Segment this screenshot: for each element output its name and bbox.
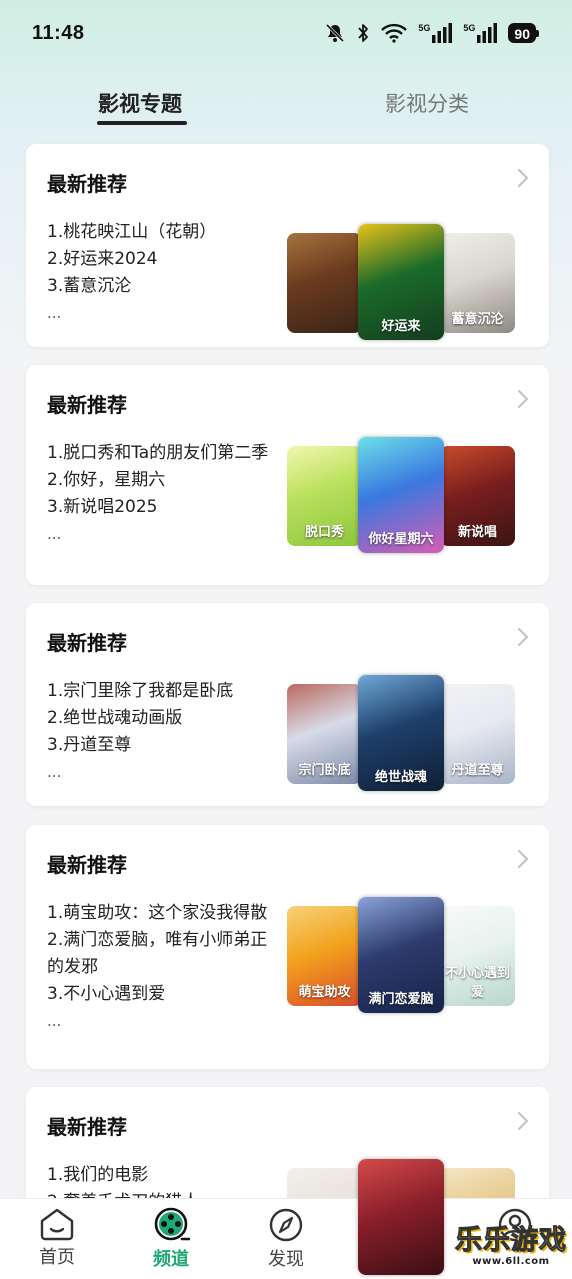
signal-1: 5G xyxy=(418,23,453,43)
poster-title: 满门恋爱脑 xyxy=(368,992,434,1007)
signal-bars-icon xyxy=(477,23,498,43)
recommend-card[interactable]: 最新推荐 1.桃花映江山（花朝） 2.好运来2024 3.蓄意沉沦... 好运来 蓄意沉沦 xyxy=(26,144,549,347)
recommend-card[interactable]: 最新推荐 1.脱口秀和Ta的朋友们第二季 2.你好，星期六 3.新说唱2025... 脱… xyxy=(26,365,549,585)
status-icons: 5G 5G 90 xyxy=(325,23,539,43)
poster-image[interactable] xyxy=(358,1159,444,1275)
card-item[interactable]: 2.满门恋爱脑，唯有小师弟正的发邪 xyxy=(47,927,282,981)
card-more-ellipsis: ... xyxy=(47,1012,62,1030)
card-item[interactable]: 2.好运来2024 xyxy=(47,246,282,273)
poster-stack: 脱口秀 你好星期六 新说唱 xyxy=(287,437,517,555)
wifi-icon xyxy=(381,23,408,43)
poster-title: 你好星期六 xyxy=(368,532,434,547)
poster-image[interactable]: 新说唱 xyxy=(440,446,515,546)
site-watermark-logo: 乐乐游戏 www.6ll.com xyxy=(455,1225,567,1267)
poster-image[interactable] xyxy=(287,233,362,333)
bluetooth-icon xyxy=(358,24,369,42)
card-title: 最新推荐 xyxy=(47,1115,127,1139)
card-item[interactable]: 1.宗门里除了我都是卧底 xyxy=(47,678,282,705)
card-item[interactable]: 3.新说唱2025 xyxy=(47,494,282,521)
signal-2: 5G xyxy=(463,23,498,43)
poster-image[interactable]: 蓄意沉沦 xyxy=(440,233,515,333)
poster-stack: 萌宝助攻 满门恋爱脑 不小心遇到爱 xyxy=(287,897,517,1015)
chevron-right-icon[interactable] xyxy=(517,389,529,409)
status-time: 11:48 xyxy=(32,21,85,44)
poster-image[interactable]: 丹道至尊 xyxy=(440,684,515,784)
card-item[interactable]: 2.你好，星期六 xyxy=(47,467,282,494)
card-item[interactable]: 1.脱口秀和Ta的朋友们第二季 xyxy=(47,440,282,467)
card-item[interactable]: 3.丹道至尊 xyxy=(47,732,282,759)
nav-item-home[interactable]: 首页 xyxy=(17,1207,97,1269)
nav-item-channel[interactable]: 频道 xyxy=(131,1207,211,1271)
card-item-list: 1.桃花映江山（花朝） 2.好运来2024 3.蓄意沉沦... xyxy=(47,219,282,326)
poster-title: 脱口秀 xyxy=(304,525,344,540)
tab-film-categories[interactable]: 影视分类 xyxy=(385,88,469,118)
card-item[interactable]: 2.绝世战魂动画版 xyxy=(47,705,282,732)
poster-image[interactable]: 宗门卧底 xyxy=(287,684,362,784)
card-title: 最新推荐 xyxy=(47,393,127,417)
nav-item-discover[interactable]: 发现 xyxy=(246,1207,326,1271)
poster-image[interactable]: 萌宝助攻 xyxy=(287,906,362,1006)
chevron-right-icon[interactable] xyxy=(517,168,529,188)
chevron-right-icon[interactable] xyxy=(517,849,529,869)
card-more-ellipsis: ... xyxy=(47,525,62,543)
poster-title: 蓄意沉沦 xyxy=(451,312,504,327)
compass-icon xyxy=(269,1208,303,1242)
tab-film-topics[interactable]: 影视专题 xyxy=(98,88,182,118)
card-title: 最新推荐 xyxy=(47,172,127,196)
card-title: 最新推荐 xyxy=(47,853,127,877)
mute-bell-icon xyxy=(326,23,345,43)
poster-title: 绝世战魂 xyxy=(374,770,427,785)
poster-title: 萌宝助攻 xyxy=(298,985,351,1000)
poster-title: 宗门卧底 xyxy=(298,763,351,778)
poster-image[interactable]: 不小心遇到爱 xyxy=(440,906,515,1006)
poster-image[interactable]: 绝世战魂 xyxy=(358,675,444,791)
card-item[interactable]: 1.桃花映江山（花朝） xyxy=(47,219,282,246)
battery-indicator: 90 xyxy=(508,23,539,43)
nav-label-discover: 发现 xyxy=(268,1249,304,1270)
active-tab-indicator xyxy=(97,121,187,125)
poster-image[interactable]: 满门恋爱脑 xyxy=(358,897,444,1013)
card-item-list: 1.萌宝助攻：这个家没我得散 2.满门恋爱脑，唯有小师弟正的发邪 3.不小心遇到爱.… xyxy=(47,900,282,1034)
recommend-card[interactable]: 最新推荐 1.宗门里除了我都是卧底 2.绝世战魂动画版 3.丹道至尊... 宗门卧底 绝世… xyxy=(26,603,549,806)
channel-icon xyxy=(154,1207,190,1241)
card-more-ellipsis: ... xyxy=(47,304,62,322)
poster-image[interactable]: 脱口秀 xyxy=(287,446,362,546)
poster-title: 丹道至尊 xyxy=(451,763,504,778)
poster-image[interactable]: 你好星期六 xyxy=(358,437,444,553)
card-item[interactable]: 3.不小心遇到爱 xyxy=(47,981,282,1008)
poster-title: 不小心遇到爱 xyxy=(444,966,510,1000)
poster-image[interactable]: 好运来 xyxy=(358,224,444,340)
poster-stack: 好运来 蓄意沉沦 xyxy=(287,224,517,342)
nav-label-home: 首页 xyxy=(39,1247,75,1268)
nav-label-channel: 频道 xyxy=(153,1249,189,1270)
chevron-right-icon[interactable] xyxy=(517,1111,529,1131)
card-item[interactable]: 1.我们的电影 xyxy=(47,1162,282,1189)
card-item-list: 1.宗门里除了我都是卧底 2.绝世战魂动画版 3.丹道至尊... xyxy=(47,678,282,785)
poster-title: 好运来 xyxy=(381,319,421,334)
card-title: 最新推荐 xyxy=(47,631,127,655)
poster-title: 新说唱 xyxy=(457,525,497,540)
chevron-right-icon[interactable] xyxy=(517,627,529,647)
signal-bars-icon xyxy=(432,23,453,43)
recommend-card[interactable]: 最新推荐 1.萌宝助攻：这个家没我得散 2.满门恋爱脑，唯有小师弟正的发邪 3.不小心… xyxy=(26,825,549,1069)
card-item[interactable]: 1.萌宝助攻：这个家没我得散 xyxy=(47,900,282,927)
card-more-ellipsis: ... xyxy=(47,763,62,781)
top-tabs: 影视专题 影视分类 xyxy=(0,80,572,130)
poster-stack: 宗门卧底 绝世战魂 丹道至尊 xyxy=(287,675,517,793)
home-icon xyxy=(40,1208,74,1241)
card-item-list: 1.脱口秀和Ta的朋友们第二季 2.你好，星期六 3.新说唱2025... xyxy=(47,440,282,547)
status-bar: 11:48 5G 5G 90 xyxy=(0,0,572,66)
card-item[interactable]: 3.蓄意沉沦 xyxy=(47,273,282,300)
